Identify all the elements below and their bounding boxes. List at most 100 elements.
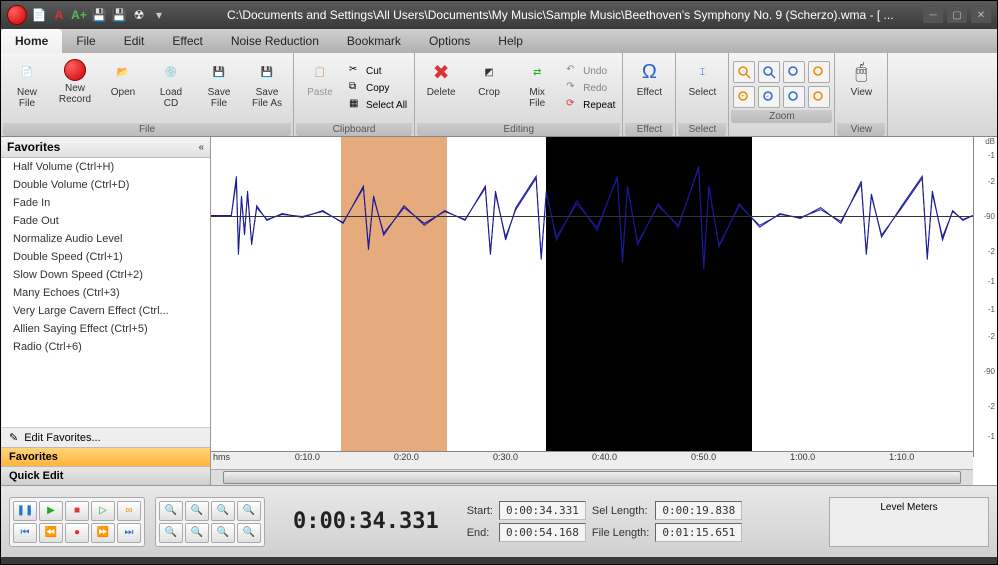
ribbon-group-editing: ✖Delete ◩Crop ⇄Mix File ↶Undo ↷Redo ⟳Rep… xyxy=(415,53,623,136)
svg-text:+: + xyxy=(741,94,745,100)
stop-button[interactable]: ■ xyxy=(65,501,89,521)
transport-cluster: ❚❚ ▶ ■ ▷ ∞ ⏮ ⏪ ● ⏩ ⏭ xyxy=(9,497,145,547)
section-quick-edit[interactable]: Quick Edit xyxy=(1,466,210,485)
tab-edit[interactable]: Edit xyxy=(110,29,159,53)
zoom-out-v-button[interactable]: 🔍 xyxy=(185,523,209,543)
cut-button[interactable]: ✂Cut xyxy=(346,63,410,79)
timeline-ruler[interactable]: hms 0:10.0 0:20.0 0:30.0 0:40.0 0:50.0 1… xyxy=(211,451,973,469)
zoom-sel-button[interactable]: 🔍 xyxy=(211,501,235,521)
undo-icon: ↶ xyxy=(566,64,580,78)
tab-bookmark[interactable]: Bookmark xyxy=(333,29,415,53)
select-button[interactable]: 𝙸Select xyxy=(680,55,724,121)
mix-file-button[interactable]: ⇄Mix File xyxy=(515,55,559,121)
select-icon: 𝙸 xyxy=(689,59,715,85)
play-selection-button[interactable]: ▷ xyxy=(91,501,115,521)
crop-icon: ◩ xyxy=(476,59,502,85)
cursor-icon: 🖱 xyxy=(848,59,874,85)
repeat-button[interactable]: ⟳Repeat xyxy=(563,97,618,113)
zoom-btn-5[interactable]: + xyxy=(733,86,755,108)
select-all-button[interactable]: ▦Select All xyxy=(346,97,410,113)
zoom-btn-7[interactable] xyxy=(783,86,805,108)
paste-button[interactable]: 📋Paste xyxy=(298,55,342,121)
effect-button[interactable]: ΩEffect xyxy=(627,55,671,121)
edit-favorites-button[interactable]: ✎ Edit Favorites... xyxy=(1,427,210,447)
tab-help[interactable]: Help xyxy=(484,29,537,53)
zoom-btn-6[interactable]: - xyxy=(758,86,780,108)
delete-button[interactable]: ✖Delete xyxy=(419,55,463,121)
tab-noise-reduction[interactable]: Noise Reduction xyxy=(217,29,333,53)
save-file-button[interactable]: 💾Save File xyxy=(197,55,241,121)
ribbon-label-effect: Effect xyxy=(625,123,673,136)
forward-button[interactable]: ⏩ xyxy=(91,523,115,543)
close-button[interactable]: ✕ xyxy=(971,7,991,23)
new-record-button[interactable]: New Record xyxy=(53,55,97,121)
crop-button[interactable]: ◩Crop xyxy=(467,55,511,121)
record-orb-icon[interactable] xyxy=(7,5,27,25)
tab-file[interactable]: File xyxy=(62,29,109,53)
scrollbar-thumb[interactable] xyxy=(223,471,961,484)
tab-home[interactable]: Home xyxy=(1,29,62,53)
fav-item[interactable]: Many Echoes (Ctrl+3) xyxy=(1,284,210,302)
new-doc-icon[interactable]: 📄 xyxy=(31,7,47,23)
fav-item[interactable]: Fade In xyxy=(1,194,210,212)
horizontal-scrollbar[interactable] xyxy=(211,469,973,485)
save-file-as-button[interactable]: 💾Save File As xyxy=(245,55,289,121)
zoom-fit-button[interactable]: 🔍 xyxy=(237,523,261,543)
qat-dropdown-icon[interactable]: ▾ xyxy=(151,7,167,23)
undo-button[interactable]: ↶Undo xyxy=(563,63,618,79)
fav-item[interactable]: Very Large Cavern Effect (Ctrl... xyxy=(1,302,210,320)
zoom-in-h-button[interactable]: 🔍 xyxy=(159,501,183,521)
save-as-icon[interactable]: 💾 xyxy=(111,7,127,23)
quick-access-toolbar: 📄 A A+ 💾 💾 ☢ ▾ xyxy=(7,5,167,25)
save-icon[interactable]: 💾 xyxy=(91,7,107,23)
fav-item[interactable]: Double Speed (Ctrl+1) xyxy=(1,248,210,266)
fav-item[interactable]: Normalize Audio Level xyxy=(1,230,210,248)
section-favorites[interactable]: Favorites xyxy=(1,447,210,466)
goto-end-button[interactable]: ⏭ xyxy=(117,523,141,543)
end-value: 0:00:54.168 xyxy=(499,523,586,542)
green-a-plus-icon[interactable]: A+ xyxy=(71,7,87,23)
collapse-chevron-icon[interactable]: « xyxy=(198,142,204,153)
zoom-btn-8[interactable] xyxy=(808,86,830,108)
fav-item[interactable]: Slow Down Speed (Ctrl+2) xyxy=(1,266,210,284)
zoom-full-button[interactable]: 🔍 xyxy=(237,501,261,521)
fav-item[interactable]: Double Volume (Ctrl+D) xyxy=(1,176,210,194)
ribbon-group-file: 📄New File New Record 📂Open 💿Load CD 💾Sav… xyxy=(1,53,294,136)
file-length-label: File Length: xyxy=(592,527,649,539)
minimize-button[interactable]: ─ xyxy=(923,7,943,23)
zoom-btn-4[interactable] xyxy=(808,61,830,83)
copy-button[interactable]: ⧉Copy xyxy=(346,80,410,96)
timeline-tick: 0:10.0 xyxy=(295,452,320,462)
zoom-btn-2[interactable] xyxy=(758,61,780,83)
loop-button[interactable]: ∞ xyxy=(117,501,141,521)
fav-item[interactable]: Allien Saying Effect (Ctrl+5) xyxy=(1,320,210,338)
fav-item[interactable]: Fade Out xyxy=(1,212,210,230)
load-cd-button[interactable]: 💿Load CD xyxy=(149,55,193,121)
zoom-out-h-button[interactable]: 🔍 xyxy=(185,501,209,521)
redo-button[interactable]: ↷Redo xyxy=(563,80,618,96)
tab-effect[interactable]: Effect xyxy=(158,29,216,53)
record-small-button[interactable]: ● xyxy=(65,523,89,543)
zoom-btn-1[interactable] xyxy=(733,61,755,83)
maximize-button[interactable]: ▢ xyxy=(947,7,967,23)
fav-item[interactable]: Radio (Ctrl+6) xyxy=(1,338,210,356)
tab-options[interactable]: Options xyxy=(415,29,484,53)
rewind-button[interactable]: ⏪ xyxy=(39,523,63,543)
open-button[interactable]: 📂Open xyxy=(101,55,145,121)
fav-item[interactable]: Half Volume (Ctrl+H) xyxy=(1,158,210,176)
pause-button[interactable]: ❚❚ xyxy=(13,501,37,521)
new-file-button[interactable]: 📄New File xyxy=(5,55,49,121)
zoom-cluster: 🔍 🔍 🔍 🔍 🔍 🔍 🔍 🔍 xyxy=(155,497,265,547)
hazard-icon[interactable]: ☢ xyxy=(131,7,147,23)
view-button[interactable]: 🖱View xyxy=(839,55,883,121)
zoom-in-v-button[interactable]: 🔍 xyxy=(159,523,183,543)
ribbon-label-editing: Editing xyxy=(417,123,620,136)
goto-start-button[interactable]: ⏮ xyxy=(13,523,37,543)
play-button[interactable]: ▶ xyxy=(39,501,63,521)
timeline-tick: 0:30.0 xyxy=(493,452,518,462)
zoom-reset-v-button[interactable]: 🔍 xyxy=(211,523,235,543)
red-a-icon[interactable]: A xyxy=(51,7,67,23)
window-controls: ─ ▢ ✕ xyxy=(923,7,991,23)
zoom-btn-3[interactable] xyxy=(783,61,805,83)
waveform-canvas[interactable] xyxy=(211,137,973,451)
